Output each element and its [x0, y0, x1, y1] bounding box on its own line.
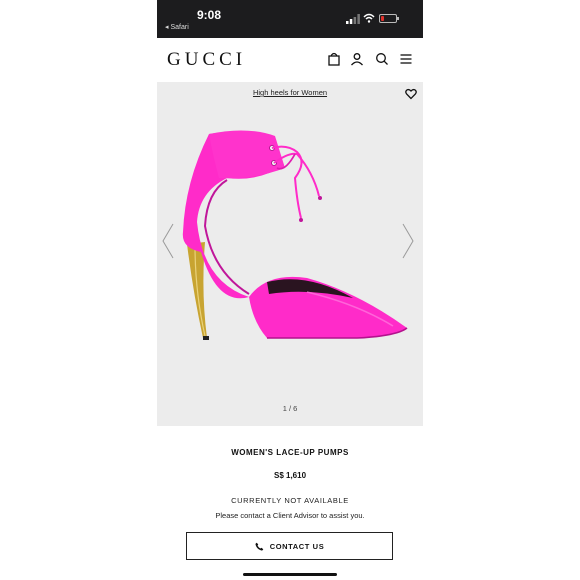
back-to-safari-link[interactable]: ◂ Safari	[165, 23, 189, 31]
shopping-bag-icon[interactable]	[327, 52, 341, 66]
availability-status: CURRENTLY NOT AVAILABLE	[231, 496, 349, 505]
status-bar: 9:08 ◂ Safari	[157, 0, 423, 38]
menu-icon[interactable]	[399, 52, 413, 66]
status-time: 9:08	[197, 8, 222, 22]
contact-us-label: CONTACT US	[269, 541, 325, 551]
product-gallery[interactable]: High heels for Women 1 / 6	[157, 82, 423, 426]
product-price: S$ 1,610	[273, 471, 307, 480]
home-indicator[interactable]	[243, 573, 337, 576]
breadcrumb: High heels for Women	[157, 88, 423, 97]
breadcrumb-link[interactable]: High heels for Women	[253, 88, 327, 97]
product-details: WOMEN'S LACE-UP PUMPS S$ 1,610 CURRENTLY…	[157, 426, 423, 580]
product-image-shoe	[182, 130, 408, 340]
gucci-logo[interactable]: GUCCI	[167, 49, 246, 71]
advisor-note: Please contact a Client Advisor to assis…	[215, 511, 365, 520]
image-counter: 1 / 6	[282, 404, 298, 413]
contact-us-button[interactable]: CONTACT US	[186, 532, 393, 560]
user-icon[interactable]	[350, 52, 364, 66]
battery-icon	[379, 14, 399, 23]
search-icon[interactable]	[375, 52, 389, 66]
phone-icon	[255, 542, 263, 550]
site-header: GUCCI	[157, 38, 423, 82]
phone-screen: 9:08 ◂ Safari GUCCI High heels for Women…	[157, 0, 423, 580]
product-name: WOMEN'S LACE-UP PUMPS	[231, 448, 349, 457]
signal-icon	[346, 14, 360, 24]
wishlist-heart-icon[interactable]	[405, 88, 417, 100]
wifi-icon	[363, 13, 375, 23]
